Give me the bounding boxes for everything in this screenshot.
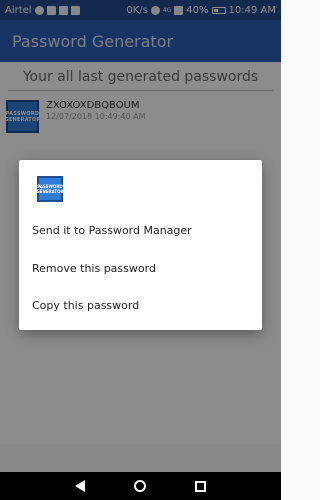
home-icon — [134, 480, 147, 492]
navigation-bar — [0, 472, 281, 500]
remove-password-option[interactable]: Remove this password — [32, 262, 156, 275]
dialog-logo-icon: PASSWORD GENERATOR — [36, 176, 64, 202]
recents-button[interactable] — [194, 479, 208, 493]
back-button[interactable] — [73, 479, 87, 493]
send-to-password-manager-option[interactable]: Send it to Password Manager — [32, 224, 192, 237]
recents-icon — [195, 480, 207, 492]
home-button[interactable] — [133, 479, 147, 493]
copy-password-option[interactable]: Copy this password — [32, 299, 139, 312]
dialog-logo-line2: GENERATOR — [36, 189, 64, 194]
back-icon — [75, 480, 86, 492]
options-dialog: PASSWORD GENERATOR Send it to Password M… — [19, 160, 262, 330]
